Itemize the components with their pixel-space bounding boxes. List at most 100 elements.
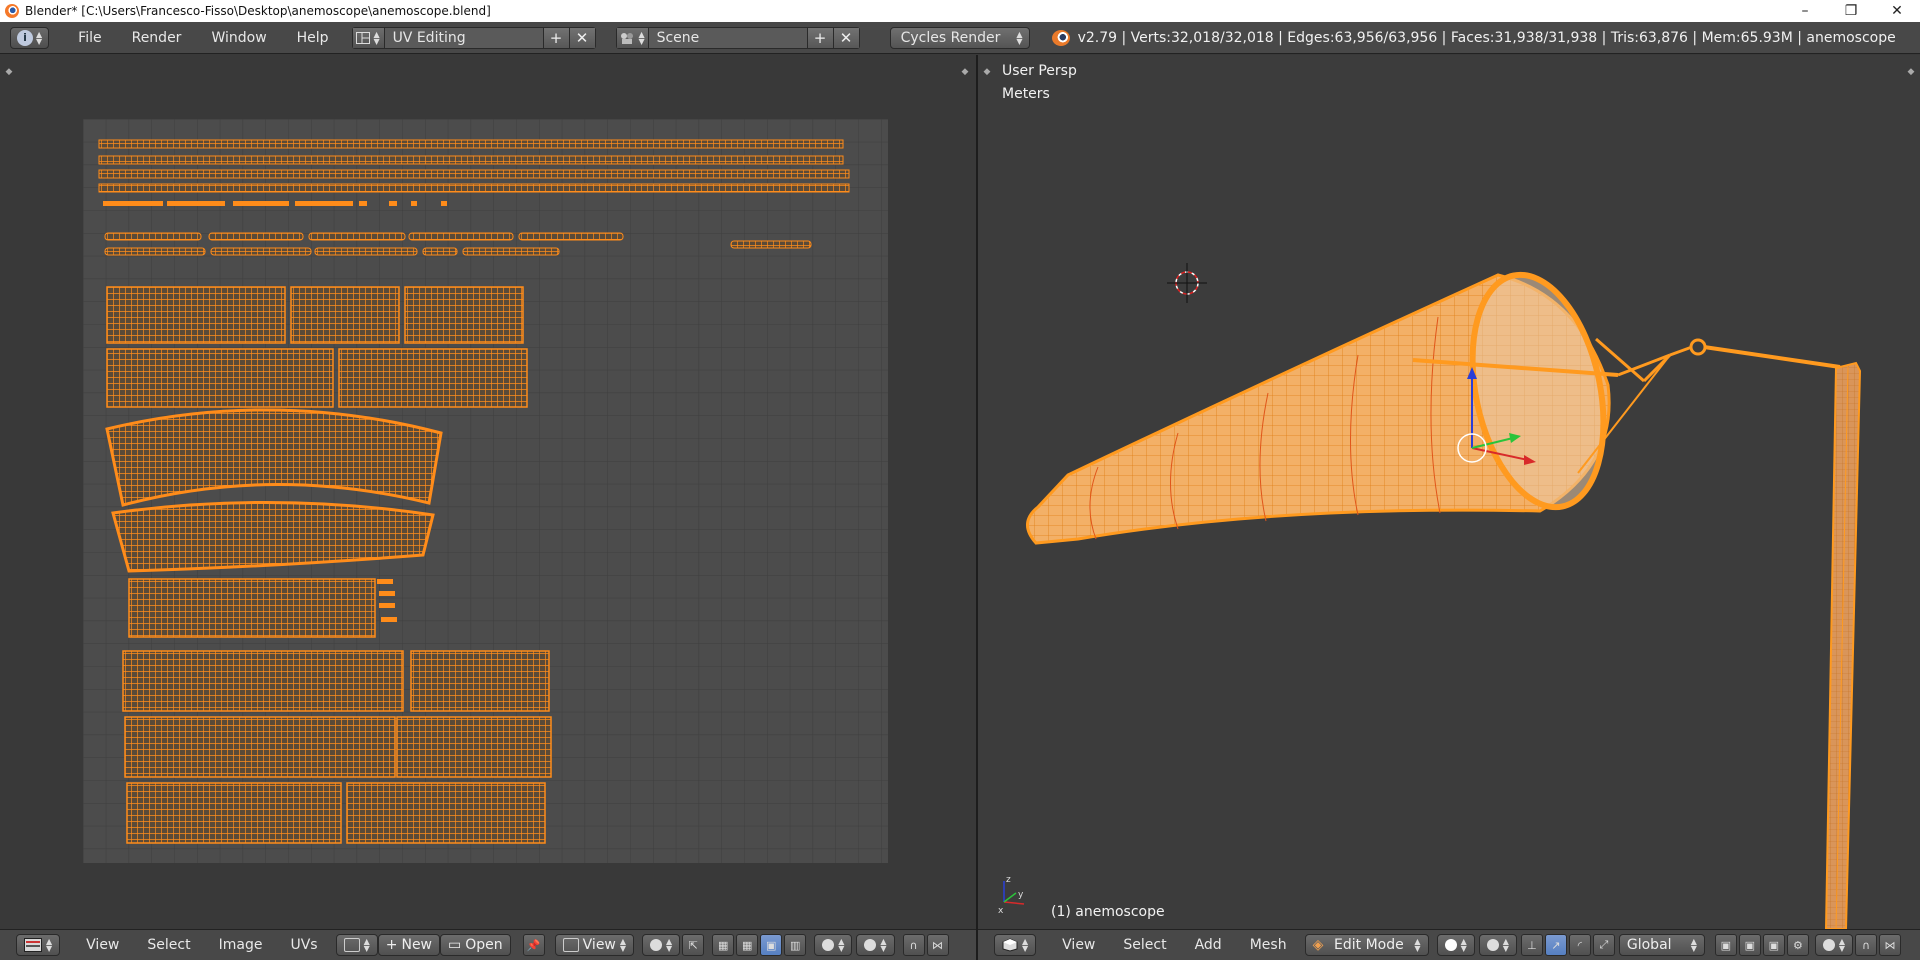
uv-piece[interactable]	[381, 617, 397, 622]
edge-select-icon[interactable]: ▣	[1738, 934, 1761, 956]
vp-menu-view[interactable]: View	[1048, 937, 1109, 953]
proportional-editing-dropdown[interactable]: ▲ ▼	[1814, 934, 1854, 956]
render-engine-dropdown[interactable]: Cycles Render ▲ ▼	[889, 26, 1030, 49]
menu-help[interactable]: Help	[282, 30, 344, 46]
add-screen-button[interactable]: +	[542, 27, 569, 48]
uv-strip[interactable]	[308, 232, 406, 241]
sticky-select-dropdown[interactable]: ▲ ▼	[814, 934, 853, 956]
scene-name[interactable]: Scene	[648, 27, 807, 48]
face-select-icon[interactable]: ▣	[1762, 934, 1785, 956]
vertex-select-icon[interactable]: ▣	[1714, 934, 1737, 956]
screen-layout-selector[interactable]: ▲ ▼ UV Editing + ✕	[351, 26, 596, 49]
remove-screen-button[interactable]: ✕	[568, 27, 595, 48]
uv-island[interactable]	[126, 782, 342, 844]
uv-island[interactable]	[106, 348, 334, 408]
uv-piece[interactable]	[379, 591, 395, 596]
uv-strip[interactable]	[462, 247, 560, 256]
uv-strip[interactable]	[98, 183, 850, 193]
vp-menu-add[interactable]: Add	[1181, 937, 1236, 953]
editor-type-button[interactable]: i ▲ ▼	[10, 26, 50, 49]
screen-layout-icon[interactable]: ▲ ▼	[352, 27, 385, 48]
uv-island[interactable]	[338, 348, 528, 408]
uv-strip[interactable]	[518, 232, 624, 241]
uv-menu-uvs[interactable]: UVs	[276, 937, 331, 953]
uv-view-dropdown[interactable]: View ▲ ▼	[554, 934, 635, 956]
maximize-button[interactable]: ❐	[1828, 0, 1874, 22]
select-face-icon[interactable]: ▣	[760, 934, 783, 956]
remove-scene-button[interactable]: ✕	[832, 27, 859, 48]
vp-menu-select[interactable]: Select	[1109, 937, 1180, 953]
3d-viewport[interactable]: ◆ ◆ User Persp Meters z y x (1) anemosco…	[978, 55, 1920, 929]
snap-target-icon[interactable]: ⋈	[1879, 934, 1902, 956]
viewport-canvas[interactable]: z y x	[978, 55, 1920, 929]
select-edge-icon[interactable]: ▦	[736, 934, 759, 956]
uv-strip[interactable]	[104, 247, 206, 256]
uv-island[interactable]	[404, 286, 524, 344]
uv-strip[interactable]	[422, 247, 458, 256]
open-image-button[interactable]: ▭ Open	[440, 934, 511, 956]
3d-cursor-icon[interactable]	[1167, 263, 1207, 303]
select-island-icon[interactable]: ▥	[784, 934, 807, 956]
add-scene-button[interactable]: +	[806, 27, 833, 48]
uv-piece[interactable]	[295, 201, 353, 206]
pin-icon[interactable]: 📌	[522, 934, 545, 956]
snap-element-icon[interactable]: ⋈	[926, 934, 949, 956]
snap-toggle-icon[interactable]: ∩	[1855, 934, 1878, 956]
uv-menu-image[interactable]: Image	[205, 937, 277, 953]
pivot-dropdown[interactable]: ▲ ▼	[642, 934, 681, 956]
image-browse-button[interactable]: ▲ ▼	[335, 934, 378, 956]
pivot-point-dropdown[interactable]: ▲ ▼	[1478, 934, 1517, 956]
pole-mesh[interactable]	[1824, 361, 1862, 929]
uv-strip[interactable]	[98, 155, 844, 165]
uv-piece[interactable]	[441, 201, 447, 206]
uv-strip[interactable]	[104, 232, 202, 241]
translate-manipulator-icon[interactable]: ↗	[1544, 934, 1567, 956]
menu-render[interactable]: Render	[117, 30, 197, 46]
manipulator-toggle-icon[interactable]: ⊥	[1520, 934, 1543, 956]
uv-piece[interactable]	[377, 579, 393, 584]
rotate-manipulator-icon[interactable]: ◜	[1568, 934, 1591, 956]
scene-selector[interactable]: ▲ ▼ Scene + ✕	[615, 26, 860, 49]
scene-icon[interactable]: ▲ ▼	[616, 27, 649, 48]
occlude-geometry-icon[interactable]: ⚙	[1786, 934, 1809, 956]
uv-piece[interactable]	[411, 201, 417, 206]
uv-island[interactable]	[410, 650, 550, 712]
uv-island[interactable]	[122, 650, 404, 712]
uv-strip[interactable]	[314, 247, 418, 256]
shading-dropdown[interactable]: ▲ ▼	[1436, 934, 1475, 956]
uv-piece[interactable]	[103, 201, 163, 206]
uv-island[interactable]	[128, 578, 376, 638]
windsock-mesh[interactable]	[1026, 263, 1841, 545]
uv-strip[interactable]	[208, 232, 304, 241]
mode-dropdown[interactable]: ◈ Edit Mode ▲ ▼	[1304, 934, 1429, 956]
uv-piece[interactable]	[379, 603, 395, 608]
new-image-button[interactable]: + New	[377, 934, 441, 956]
uv-piece[interactable]	[359, 201, 367, 206]
viewport-editor-type-button[interactable]: ▲ ▼	[994, 934, 1037, 956]
proportional-edit-dropdown[interactable]: ▲ ▼	[856, 934, 895, 956]
uv-strip[interactable]	[98, 139, 844, 149]
sync-selection-icon[interactable]: ⇱	[682, 934, 705, 956]
uv-island[interactable]	[346, 782, 546, 844]
transform-orientation-dropdown[interactable]: Global ▲ ▼	[1618, 934, 1705, 956]
menu-file[interactable]: File	[63, 30, 116, 46]
uv-island[interactable]	[290, 286, 400, 344]
uv-strip[interactable]	[730, 240, 812, 249]
uv-piece[interactable]	[167, 201, 225, 206]
uv-editor-type-button[interactable]: ▲ ▼	[16, 934, 61, 956]
scale-manipulator-icon[interactable]: ⤢	[1592, 934, 1615, 956]
uv-canvas[interactable]	[83, 119, 888, 863]
uv-island[interactable]	[396, 716, 552, 778]
uv-image-editor[interactable]: ◆ ◆	[0, 55, 976, 929]
uv-piece[interactable]	[233, 201, 289, 206]
close-window-button[interactable]: ✕	[1874, 0, 1920, 22]
vp-menu-mesh[interactable]: Mesh	[1236, 937, 1301, 953]
area-corner-icon[interactable]: ◆	[958, 65, 972, 79]
uv-strip[interactable]	[98, 169, 850, 179]
uv-menu-view[interactable]: View	[72, 937, 133, 953]
uv-strip[interactable]	[408, 232, 514, 241]
uv-island[interactable]	[124, 716, 396, 778]
uv-menu-select[interactable]: Select	[133, 937, 204, 953]
screen-layout-name[interactable]: UV Editing	[384, 27, 543, 48]
uv-strip[interactable]	[210, 247, 312, 256]
